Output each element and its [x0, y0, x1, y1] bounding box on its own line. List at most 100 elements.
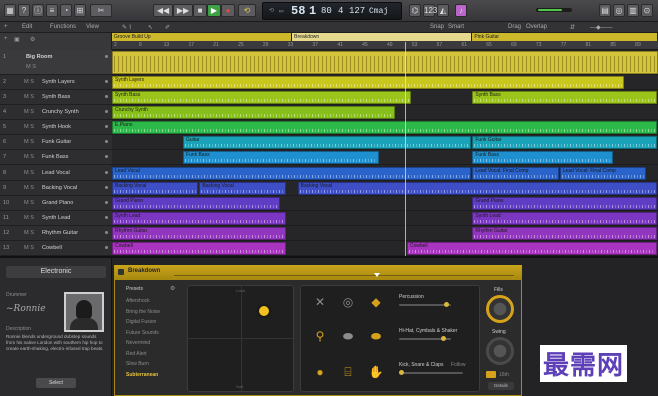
track-name[interactable]: Funk Bass [42, 154, 68, 160]
audio-region[interactable]: Cowbell [406, 241, 657, 255]
audio-region[interactable]: Rhythm Guitar [112, 226, 286, 240]
hihat-icon[interactable]: ◎ [339, 296, 357, 308]
lcd-display[interactable]: ⟲ ▭ 58 1 80 4 127 Cmaj [262, 2, 402, 20]
shaker-icon[interactable]: ◆ [367, 296, 385, 308]
audio-region[interactable]: Lead Vocal: Final Comp [472, 166, 559, 180]
track-name[interactable]: Lead Vocal [42, 170, 70, 176]
track-record-enable-icon[interactable] [105, 95, 108, 99]
track-record-enable-icon[interactable] [105, 80, 108, 83]
audio-region[interactable]: Crunchy Synth [112, 106, 395, 120]
track-record-enable-icon[interactable] [105, 170, 108, 174]
play-button[interactable]: ▶ [207, 4, 221, 17]
arrangement-marker[interactable]: Groove Build Up [112, 33, 293, 41]
track-header[interactable]: 13 M S Cowbell [0, 240, 112, 256]
track-record-enable-icon[interactable] [105, 155, 108, 159]
fast-forward-button[interactable]: ▶▶ [173, 4, 193, 17]
metronome-icon[interactable]: ◭ [437, 4, 449, 17]
track-header[interactable]: 11 M S Synth Lead [0, 210, 112, 226]
preset-item[interactable]: Digital Fusion [126, 319, 156, 325]
mute-solo-buttons[interactable]: M S [24, 154, 34, 160]
mute-solo-buttons[interactable]: M S [26, 64, 36, 70]
track-name[interactable]: Cowbell [42, 245, 62, 251]
mute-solo-buttons[interactable]: M S [24, 170, 34, 176]
track-name[interactable]: Synth Layers [42, 79, 75, 85]
track-record-enable-icon[interactable] [105, 55, 108, 58]
track-header[interactable]: 7 M S Funk Bass [0, 150, 112, 166]
track-header[interactable]: 12 M S Rhythm Guitar [0, 225, 112, 241]
audio-region[interactable]: Lead Vocal: Final Comp [559, 166, 647, 180]
track-record-enable-icon[interactable] [105, 185, 108, 189]
audio-region[interactable]: Synth Lead [112, 211, 286, 225]
library-toggle-icon[interactable]: ▦ [4, 4, 16, 17]
audio-region[interactable]: Cowbell [112, 241, 286, 255]
audio-region[interactable]: Synth Bass [472, 91, 657, 105]
playhead[interactable] [405, 42, 406, 256]
audio-region[interactable]: Synth Lead [472, 211, 657, 225]
xy-pad[interactable]: Loud Soft [187, 285, 294, 392]
track-name[interactable]: Synth Hook [42, 124, 71, 130]
audio-region[interactable]: Funk Bass [472, 151, 614, 165]
drummer-playhead-marker[interactable] [374, 273, 380, 277]
track-header[interactable]: 3 M S Synth Bass [0, 90, 112, 106]
pencil-tool-icon[interactable]: ✐ [165, 24, 170, 31]
snap-select[interactable]: Smart [448, 24, 464, 30]
cymbal-mute-icon[interactable]: ✕ [311, 296, 329, 308]
functions-menu[interactable]: Functions [50, 24, 76, 30]
track-header[interactable]: 1 M S Big Room [0, 50, 112, 75]
track-settings-icon[interactable]: ⚙ [30, 36, 35, 43]
track-record-enable-icon[interactable] [105, 245, 108, 249]
snare-icon[interactable]: ⌸ [339, 366, 357, 378]
pointer-tool-icon[interactable]: ↖ [148, 24, 153, 31]
claps-icon[interactable]: ⬬ [339, 330, 357, 342]
smart-controls-toggle-icon[interactable]: ◔ [60, 4, 72, 17]
master-effect-icon[interactable]: ♪ [455, 4, 467, 17]
tracks-area[interactable]: Synth Layers Synth Bass Synth Bass Crunchy … [112, 50, 658, 256]
maraca-icon[interactable]: ⚲ [311, 330, 329, 342]
track-record-enable-icon[interactable] [105, 200, 108, 204]
preset-item[interactable]: Nevermind [126, 340, 150, 346]
audio-region[interactable]: Synth Layers [112, 76, 625, 90]
inspector-toggle-icon[interactable]: ⓘ [32, 4, 44, 17]
toolbar-toggle-icon[interactable]: ≡ [46, 4, 58, 17]
automation-icon[interactable]: ✎ ⌇ [122, 24, 132, 31]
audio-region[interactable]: Backing Vocal [199, 181, 286, 195]
hihat-slider-thumb[interactable] [441, 336, 446, 341]
drag-select[interactable]: Overlap [526, 24, 547, 30]
select-button[interactable]: Select [36, 378, 76, 388]
count-in-icon[interactable]: 1234 [423, 4, 442, 17]
mute-solo-buttons[interactable]: M S [24, 124, 34, 130]
library-title[interactable]: Electronic [6, 266, 106, 278]
mute-solo-buttons[interactable]: M S [24, 139, 34, 145]
fills-knob[interactable] [486, 295, 514, 323]
audio-region[interactable]: Grand Piano [472, 196, 657, 210]
mute-solo-buttons[interactable]: M S [24, 230, 34, 236]
audio-region[interactable]: Guitar [182, 136, 472, 150]
track-header[interactable]: 10 M S Grand Piano [0, 195, 112, 211]
track-name[interactable]: Big Room [26, 54, 52, 60]
loop-browser-icon[interactable]: ◎ [613, 4, 625, 17]
audio-region[interactable]: Rhythm Guitar [472, 226, 657, 240]
swing-knob[interactable] [486, 337, 514, 365]
mute-solo-buttons[interactable]: M S [24, 215, 34, 221]
details-button[interactable]: Details [488, 382, 514, 390]
mute-solo-buttons[interactable]: M S [24, 245, 34, 251]
kick-slider-thumb[interactable] [399, 370, 404, 375]
audio-region[interactable]: Grand Piano [112, 196, 281, 210]
zoom-slider[interactable]: —◆—— [590, 24, 613, 31]
swing-8th-toggle[interactable] [486, 371, 496, 378]
track-name[interactable]: Funk Guitar [42, 139, 71, 145]
track-name[interactable]: Synth Lead [42, 215, 70, 221]
kick-icon[interactable]: ● [311, 366, 329, 378]
percussion-slider-thumb[interactable] [444, 302, 449, 307]
tuner-icon[interactable]: ⌬ [409, 4, 421, 17]
add-track-icon[interactable]: + [4, 24, 8, 30]
mute-solo-buttons[interactable]: M S [24, 79, 34, 85]
mixer-toggle-icon[interactable]: ⊞ [74, 4, 86, 17]
track-global-icon[interactable]: ▣ [14, 36, 20, 43]
track-record-enable-icon[interactable] [105, 125, 108, 129]
track-record-enable-icon[interactable] [105, 140, 108, 144]
preset-item[interactable]: Bring the Noise [126, 309, 160, 315]
drummer-region[interactable] [112, 51, 658, 74]
add-track-button[interactable]: + [4, 36, 8, 42]
view-menu[interactable]: View [86, 24, 99, 30]
